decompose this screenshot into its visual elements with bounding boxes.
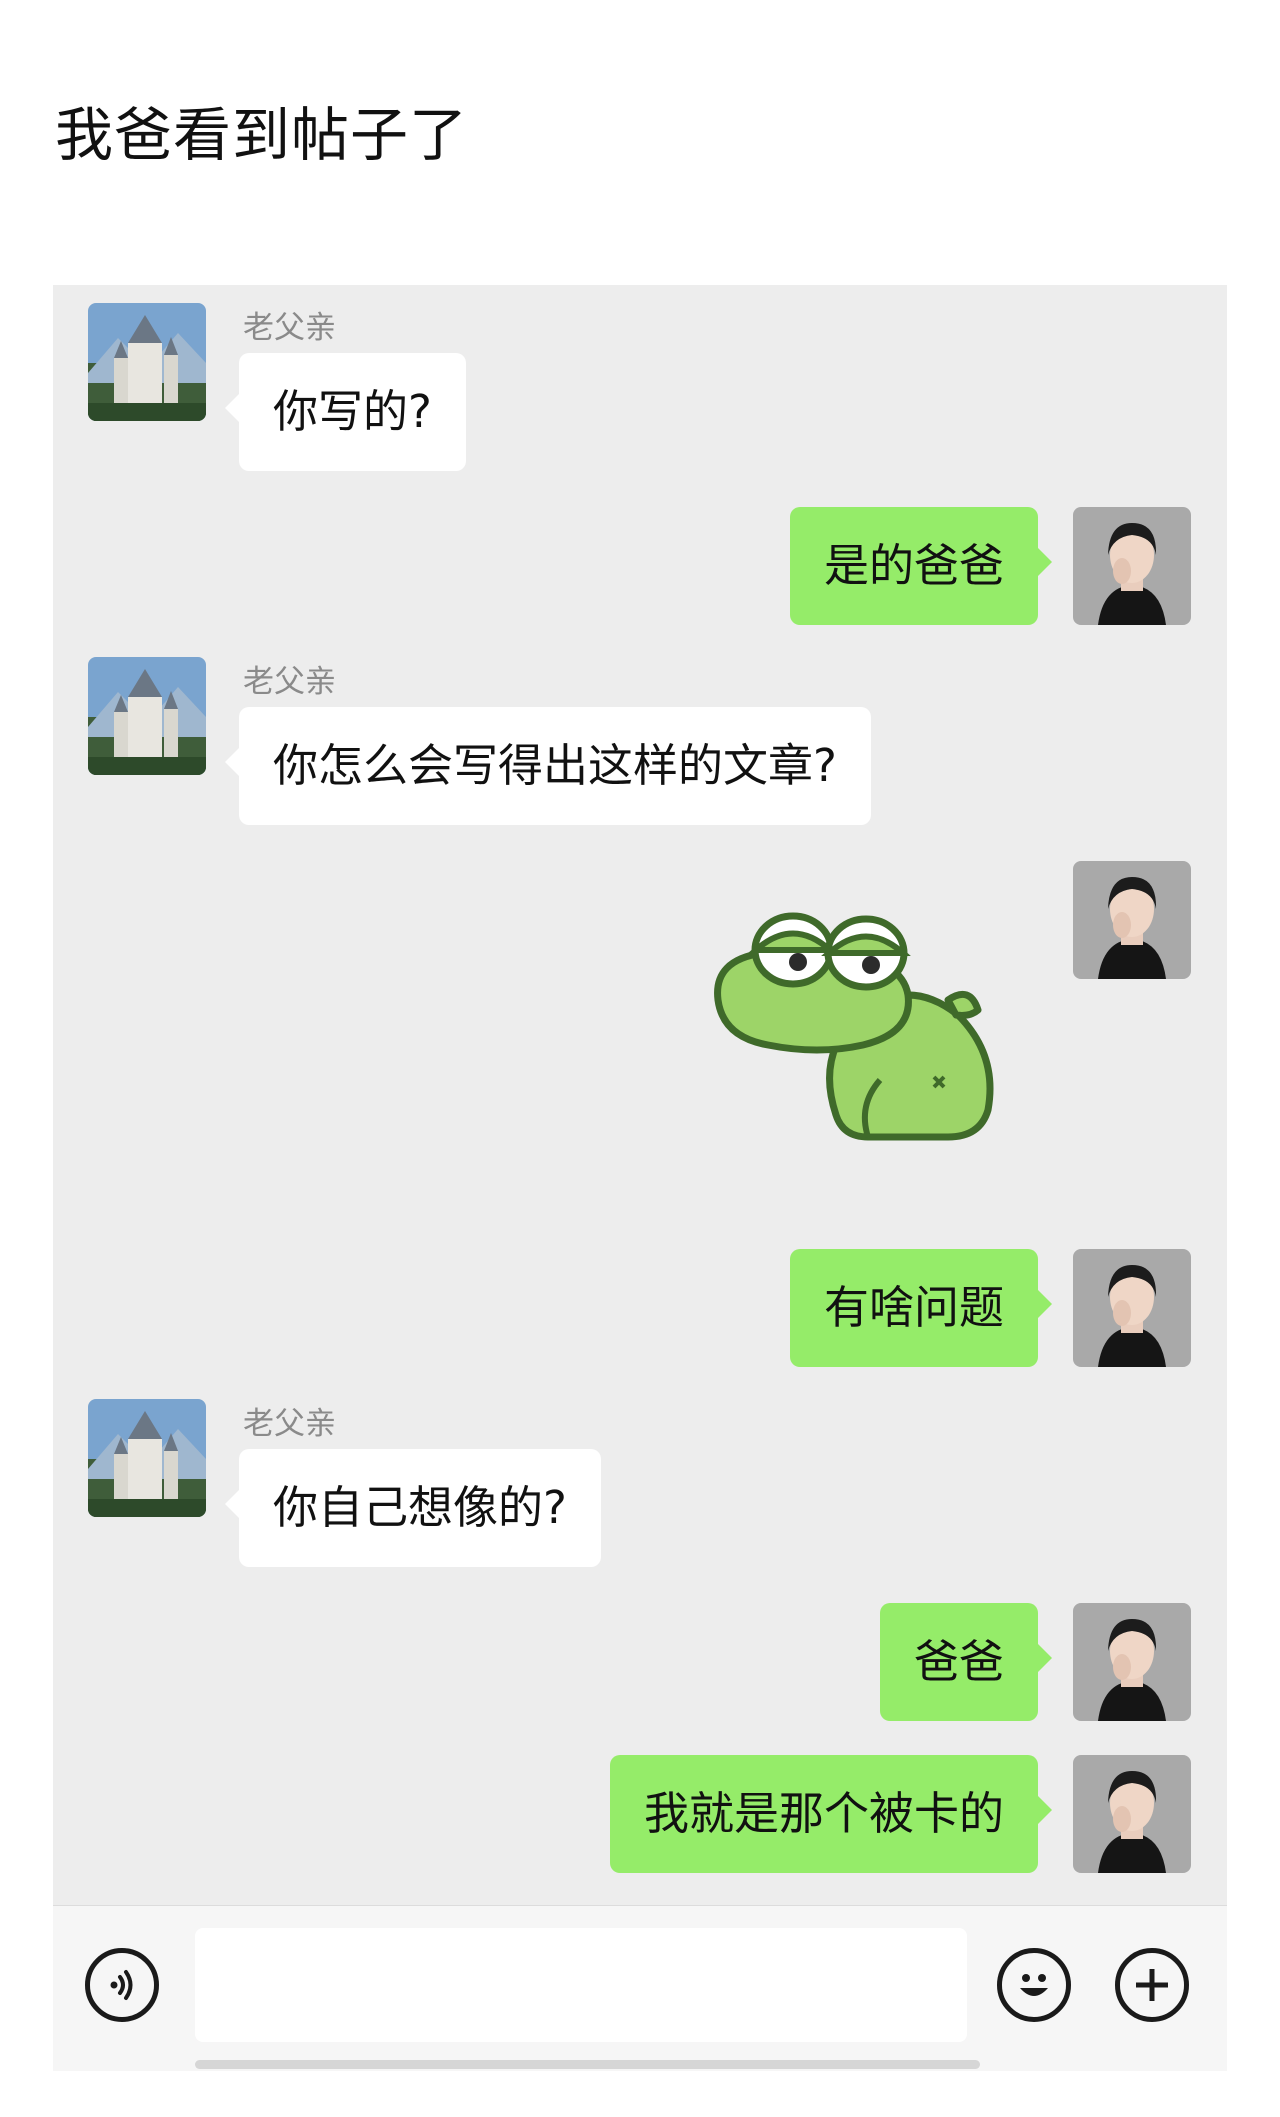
sender-name: 老父亲	[243, 664, 336, 700]
chat-window: 老父亲 你写的? 是的爸爸 老父亲 你怎么会写得出这样的文章? 有啥问题 老父亲…	[53, 285, 1227, 2071]
father-avatar[interactable]	[88, 657, 206, 775]
home-indicator	[195, 2060, 980, 2069]
message-bubble[interactable]: 你自己想像的?	[225, 1449, 601, 1567]
message-bubble[interactable]: 我就是那个被卡的	[609, 1755, 1053, 1873]
message-bubble[interactable]: 爸爸	[879, 1603, 1053, 1721]
chat-input-bar	[53, 1905, 1227, 2071]
post-title: 我爸看到帖子了	[55, 101, 469, 169]
father-avatar[interactable]	[88, 1399, 206, 1517]
message-bubble[interactable]: 你怎么会写得出这样的文章?	[225, 707, 871, 825]
message-bubble[interactable]: 是的爸爸	[789, 507, 1053, 625]
sender-name: 老父亲	[243, 1406, 336, 1442]
plus-icon[interactable]	[1115, 1948, 1189, 2022]
my-avatar[interactable]	[1073, 1603, 1191, 1721]
my-avatar[interactable]	[1073, 507, 1191, 625]
message-input[interactable]	[195, 1928, 967, 2042]
my-avatar[interactable]	[1073, 1755, 1191, 1873]
my-avatar[interactable]	[1073, 1249, 1191, 1367]
message-bubble[interactable]: 你写的?	[225, 353, 466, 471]
message-bubble[interactable]: 有啥问题	[789, 1249, 1053, 1367]
frog-sticker[interactable]	[708, 905, 1028, 1150]
voice-icon[interactable]	[85, 1948, 159, 2022]
sender-name: 老父亲	[243, 310, 336, 346]
emoji-icon[interactable]	[997, 1948, 1071, 2022]
father-avatar[interactable]	[88, 303, 206, 421]
my-avatar[interactable]	[1073, 861, 1191, 979]
